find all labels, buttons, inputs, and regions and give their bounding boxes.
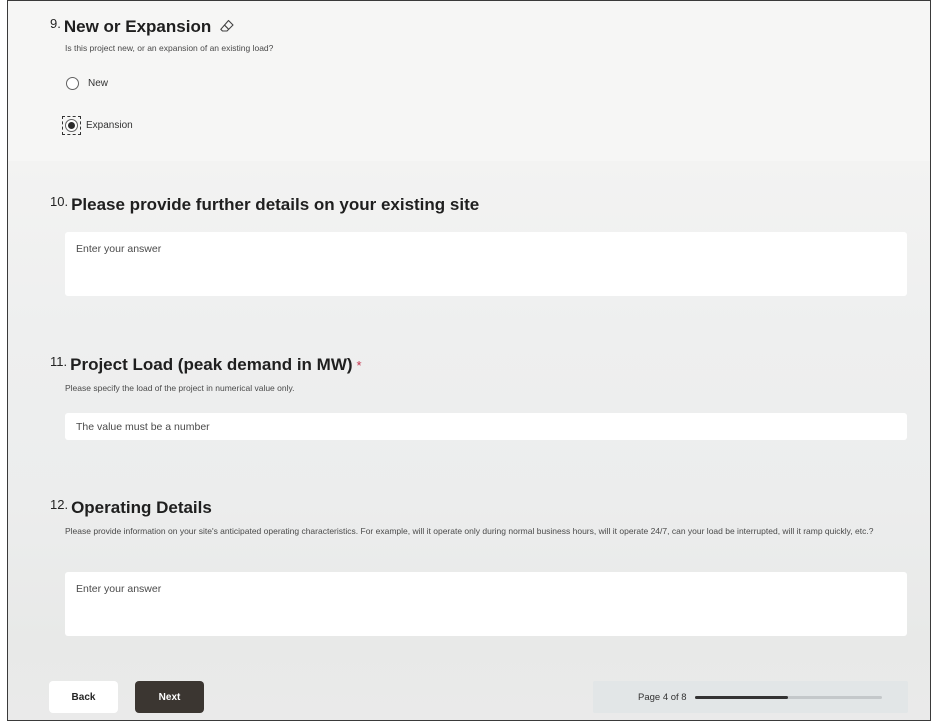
question-title-row: 10. Please provide further details on yo… (50, 194, 480, 215)
question-title: Project Load (peak demand in MW) (70, 355, 353, 374)
answer-placeholder: Enter your answer (76, 583, 162, 595)
question-title: Operating Details (71, 498, 212, 517)
input-placeholder: The value must be a number (76, 421, 210, 433)
eraser-icon[interactable] (219, 18, 235, 34)
answer-placeholder: Enter your answer (76, 243, 162, 255)
next-button[interactable]: Next (135, 681, 204, 713)
radio-button[interactable] (66, 77, 79, 90)
radio-button[interactable] (65, 119, 78, 132)
number-input[interactable]: The value must be a number (65, 413, 907, 440)
question-number: 12. (50, 497, 69, 512)
progress-bar-fill (694, 695, 789, 699)
answer-textarea[interactable]: Enter your answer (65, 232, 907, 296)
question-title-row: 9. New or Expansion (50, 16, 235, 37)
question-description: Please specify the load of the project i… (65, 383, 295, 393)
question-description: Is this project new, or an expansion of … (65, 43, 274, 53)
radio-option-expansion[interactable]: Expansion (62, 116, 133, 135)
form-page: 9. New or Expansion Is this project new,… (7, 0, 931, 721)
back-button[interactable]: Back (49, 681, 118, 713)
question-description: Please provide information on your site'… (65, 526, 874, 536)
question-title-row: 11. Project Load (peak demand in MW) * (50, 354, 362, 375)
answer-textarea[interactable]: Enter your answer (65, 572, 907, 636)
question-number: 11. (50, 354, 68, 369)
radio-label: New (88, 78, 109, 89)
focus-ring (62, 116, 81, 135)
question-title-row: 12. Operating Details (50, 497, 212, 518)
page-indicator: Page 4 of 8 (638, 691, 687, 703)
radio-option-new[interactable]: New (66, 77, 108, 90)
question-number: 10. (50, 194, 69, 209)
required-indicator: * (356, 358, 362, 373)
radio-label: Expansion (86, 120, 133, 131)
question-title: Please provide further details on your e… (71, 195, 480, 214)
question-title: New or Expansion (63, 17, 212, 36)
progress-bar (694, 695, 882, 699)
page-progress: Page 4 of 8 (593, 681, 908, 713)
question-number: 9. (50, 16, 61, 31)
